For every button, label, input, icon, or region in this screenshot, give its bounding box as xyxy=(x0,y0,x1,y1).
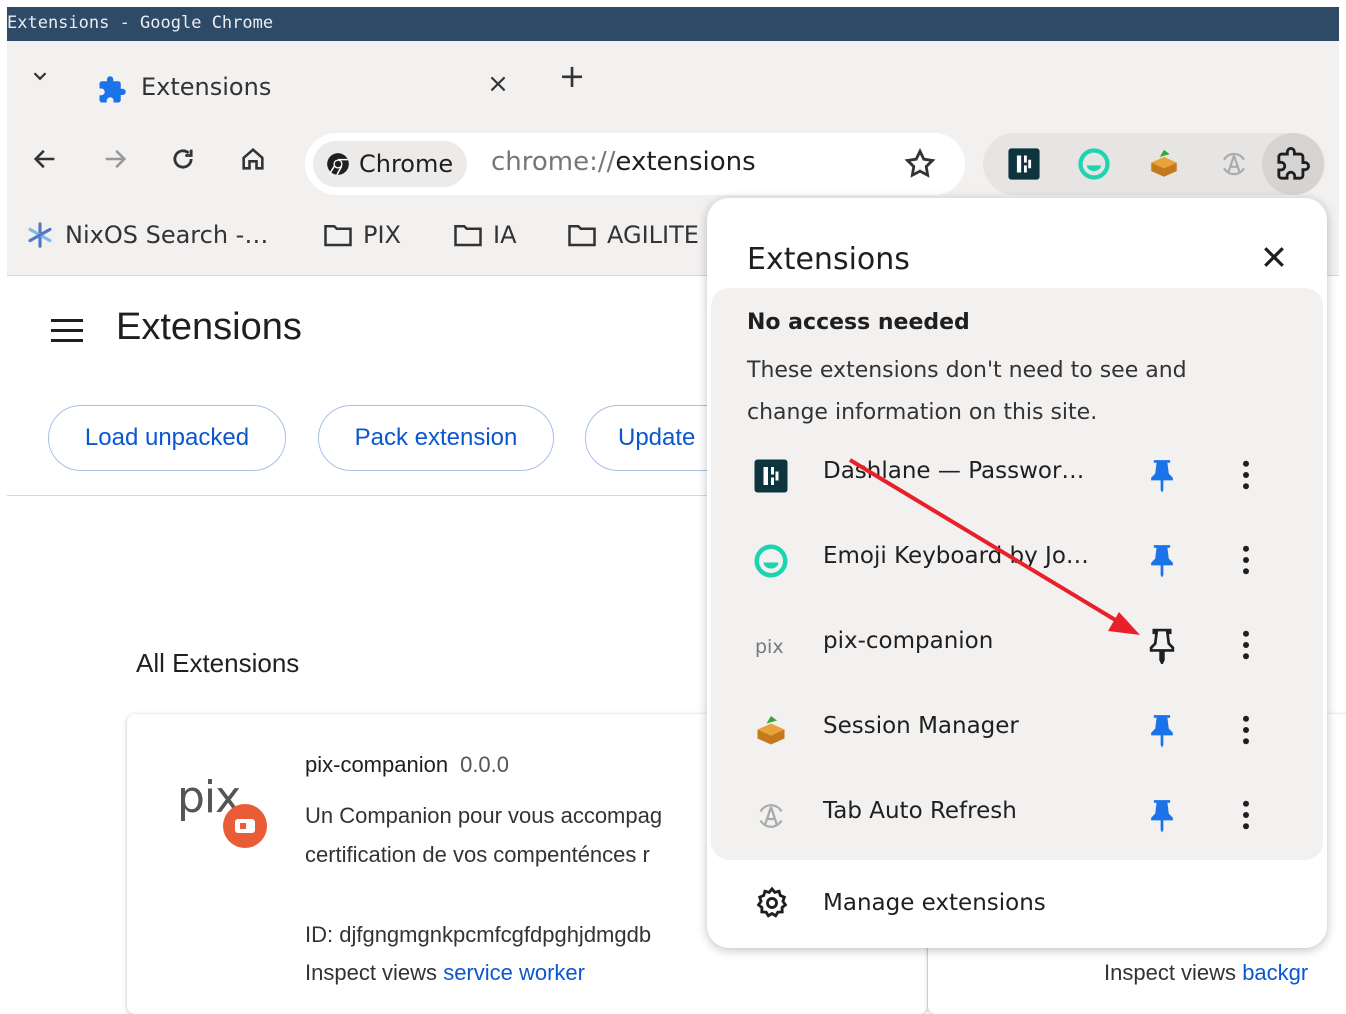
bookmark-star-icon[interactable] xyxy=(903,147,937,181)
emoji-keyboard-icon xyxy=(754,544,788,578)
more-vert-icon[interactable] xyxy=(1231,541,1261,579)
extension-description: Un Companion pour vous accompag certific… xyxy=(305,803,663,867)
bookmark-label: AGILITE xyxy=(607,221,699,249)
site-info-chip[interactable]: Chrome xyxy=(313,141,468,187)
extension-version: 0.0.0 xyxy=(460,752,510,777)
url-scheme: chrome:// xyxy=(491,147,616,177)
inspect-views: Inspect views backgr xyxy=(1104,960,1308,986)
no-access-section: No access needed These extensions don't … xyxy=(711,288,1323,860)
puzzle-icon xyxy=(99,76,126,103)
pin-filled-icon[interactable] xyxy=(1145,711,1179,749)
background-page-link[interactable]: backgr xyxy=(1242,960,1308,985)
chrome-logo-icon xyxy=(327,153,349,176)
extension-name: Dashlane — Passwor… xyxy=(823,458,1085,484)
back-button[interactable] xyxy=(27,141,63,177)
extension-name: Session Manager xyxy=(823,713,1019,739)
pack-extension-button[interactable]: Pack extension xyxy=(318,405,554,471)
window-title: Extensions - Google Chrome xyxy=(7,13,274,33)
site-info-label: Chrome xyxy=(359,150,454,178)
load-unpacked-button[interactable]: Load unpacked xyxy=(48,405,286,471)
page-title: Extensions xyxy=(116,306,302,348)
bookmark-folder-agilite[interactable]: AGILITE xyxy=(567,217,699,253)
extension-row-pix-companion[interactable]: pix pix-companion xyxy=(711,610,1323,680)
tab-close-button[interactable]: × xyxy=(485,71,511,97)
pin-filled-icon[interactable] xyxy=(1145,456,1179,494)
nixos-icon xyxy=(28,222,52,248)
extension-name: Tab Auto Refresh xyxy=(823,798,1017,824)
more-vert-icon[interactable] xyxy=(1231,626,1261,664)
session-manager-icon[interactable] xyxy=(1147,147,1181,181)
extension-name-line: pix-companion 0.0.0 xyxy=(305,752,509,778)
emoji-keyboard-icon[interactable] xyxy=(1077,147,1111,181)
home-icon xyxy=(242,147,264,170)
extension-name: Emoji Keyboard by Jo… xyxy=(823,543,1089,569)
inspect-views-label: Inspect views xyxy=(1104,960,1237,985)
extension-id: ID: djfgngmgnkpcmfcgfdpghjdmgdb xyxy=(305,922,652,947)
extension-row-emoji-keyboard[interactable]: Emoji Keyboard by Jo… xyxy=(711,525,1323,595)
manage-extensions-item[interactable]: Manage extensions xyxy=(707,868,1327,938)
folder-icon xyxy=(324,225,352,247)
extension-row-session-manager[interactable]: Session Manager xyxy=(711,695,1323,765)
url-host: extensions xyxy=(615,147,756,177)
home-button[interactable] xyxy=(235,141,271,177)
bookmark-label: IA xyxy=(493,221,517,249)
extension-row-tab-auto-refresh[interactable]: Tab Auto Refresh xyxy=(711,780,1323,850)
pix-badge-icon xyxy=(223,804,267,848)
tab-auto-refresh-icon xyxy=(759,804,783,828)
inspect-views: Inspect views service worker xyxy=(305,960,585,986)
bookmark-label: PIX xyxy=(363,221,401,249)
reload-button[interactable] xyxy=(165,141,201,177)
extension-name: pix-companion xyxy=(305,752,449,777)
gear-icon xyxy=(756,886,788,918)
service-worker-link[interactable]: service worker xyxy=(443,960,585,985)
manage-extensions-label: Manage extensions xyxy=(823,890,1046,916)
hamburger-menu-icon[interactable] xyxy=(50,316,84,344)
more-vert-icon[interactable] xyxy=(1231,796,1261,834)
close-icon[interactable] xyxy=(1259,242,1289,272)
bookmark-label: NixOS Search -… xyxy=(65,221,269,249)
new-tab-button[interactable]: + xyxy=(557,60,587,92)
reload-icon xyxy=(173,149,193,169)
arrow-right-icon xyxy=(105,149,127,169)
section-heading: No access needed xyxy=(747,310,970,335)
bookmark-nixos[interactable]: NixOS Search -… xyxy=(25,217,268,253)
pin-outline-icon[interactable] xyxy=(1145,626,1179,664)
extension-name: pix-companion xyxy=(823,628,994,654)
extensions-popup: Extensions No access needed These extens… xyxy=(707,198,1327,948)
pin-filled-icon[interactable] xyxy=(1145,796,1179,834)
bookmark-folder-pix[interactable]: PIX xyxy=(323,217,401,253)
session-manager-icon xyxy=(757,716,785,745)
header-divider xyxy=(7,495,727,496)
folder-icon xyxy=(568,225,596,247)
inspect-views-label: Inspect views xyxy=(305,960,438,985)
popup-title: Extensions xyxy=(747,242,910,277)
more-vert-icon[interactable] xyxy=(1231,711,1261,749)
bookmark-folder-ia[interactable]: IA xyxy=(453,217,517,253)
dashlane-icon xyxy=(754,459,788,493)
tab-title: Extensions xyxy=(141,73,272,101)
url-text[interactable]: chrome://extensions xyxy=(491,147,756,177)
tab-search-chevron-icon[interactable] xyxy=(29,65,51,87)
forward-button[interactable] xyxy=(97,141,133,177)
tab-extensions[interactable]: Extensions × xyxy=(65,49,545,113)
dashlane-icon[interactable] xyxy=(1007,147,1041,181)
pix-icon: pix xyxy=(755,636,784,658)
window-titlebar: Extensions - Google Chrome xyxy=(7,7,1339,41)
extensions-menu-button[interactable] xyxy=(1262,133,1324,195)
extension-row-dashlane[interactable]: Dashlane — Passwor… xyxy=(711,440,1323,510)
puzzle-outline-icon xyxy=(1277,147,1310,180)
omnibox[interactable]: Chrome chrome://extensions xyxy=(305,133,965,195)
pin-filled-icon[interactable] xyxy=(1145,541,1179,579)
more-vert-icon[interactable] xyxy=(1231,456,1261,494)
arrow-left-icon xyxy=(33,149,55,169)
folder-icon xyxy=(454,225,482,247)
section-description: These extensions don't need to see and c… xyxy=(747,358,1187,425)
tab-auto-refresh-icon[interactable] xyxy=(1217,147,1251,181)
svg-text:pix: pix xyxy=(755,636,784,658)
all-extensions-heading: All Extensions xyxy=(136,648,300,678)
